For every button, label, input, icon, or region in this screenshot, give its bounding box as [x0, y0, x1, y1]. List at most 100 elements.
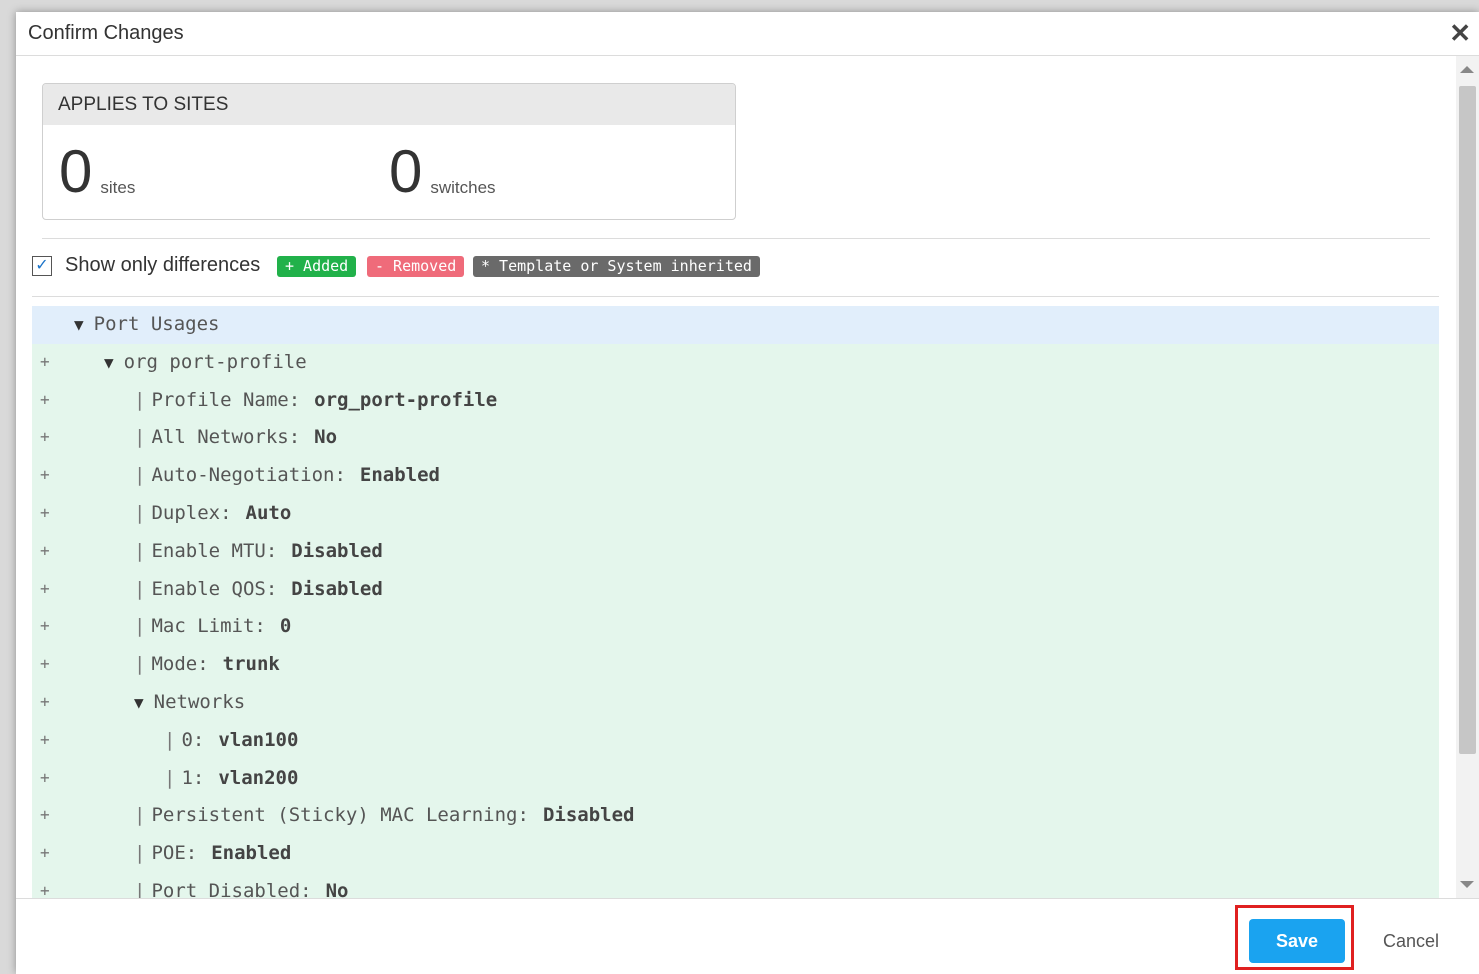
- property-value: No: [314, 426, 338, 449]
- inherited-legend-badge: * Template or System inherited: [473, 256, 760, 277]
- property-key: Enable QOS:: [151, 577, 278, 600]
- tree-property: | 0: vlan100: [164, 722, 298, 758]
- confirm-changes-dialog: Confirm Changes ✕ APPLIES TO SITES 0 site…: [16, 12, 1479, 974]
- tree-node-label: Port Usages: [93, 313, 220, 335]
- tree-row: + | 1: vlan200: [32, 759, 1439, 798]
- sites-label: sites: [100, 178, 136, 197]
- tree-row: + | Enable QOS: Disabled: [32, 570, 1439, 609]
- vertical-scrollbar[interactable]: [1456, 56, 1479, 898]
- tree-guide: |: [134, 615, 146, 638]
- applies-to-sites-card: APPLIES TO SITES 0 sites 0 switches: [42, 83, 736, 220]
- networks-node[interactable]: ▼ Networks: [134, 684, 245, 721]
- tree-row-networks: + ▼ Networks: [32, 684, 1439, 722]
- switches-label: switches: [430, 178, 496, 197]
- property-key: Enable MTU:: [151, 539, 278, 562]
- property-key: POE:: [151, 842, 198, 865]
- tree-row: + | Mode: trunk: [32, 646, 1439, 685]
- show-only-differences-label[interactable]: Show only differences: [65, 254, 260, 277]
- tree-guide: |: [134, 577, 146, 600]
- tree-guide: |: [134, 880, 146, 898]
- property-key: Profile Name:: [151, 388, 301, 411]
- dialog-header: Confirm Changes ✕: [16, 12, 1479, 56]
- tree-property: | 1: vlan200: [164, 760, 298, 796]
- property-key: 1:: [181, 766, 205, 789]
- tree-row: + | All Networks: No: [32, 419, 1439, 458]
- added-marker: +: [40, 540, 50, 560]
- dialog-content: APPLIES TO SITES 0 sites 0 switches ✓ Show…: [16, 56, 1456, 898]
- tree-property: | Mac Limit: 0: [134, 608, 291, 644]
- tree-node-label: Networks: [153, 691, 246, 713]
- tree-guide: |: [134, 539, 146, 562]
- expand-triangle-icon[interactable]: ▼: [134, 685, 144, 721]
- expand-triangle-icon[interactable]: ▼: [74, 307, 84, 343]
- property-value: vlan100: [218, 728, 299, 751]
- removed-legend-badge: - Removed: [367, 256, 465, 277]
- scrollbar-thumb[interactable]: [1459, 86, 1476, 754]
- property-key: Persistent (Sticky) MAC Learning:: [151, 804, 529, 827]
- changes-tree: ▼ Port Usages + ▼ org port-profile + | Profile …: [32, 306, 1439, 898]
- tree-property: | Duplex: Auto: [134, 495, 291, 531]
- tree-guide: |: [134, 464, 146, 487]
- added-marker: +: [40, 692, 50, 711]
- tree-guide: |: [164, 766, 176, 789]
- tree-guide: |: [134, 653, 146, 676]
- applies-to-sites-heading: APPLIES TO SITES: [43, 84, 735, 125]
- added-legend-badge: + Added: [277, 256, 357, 277]
- tree-row: + | Profile Name: org_port-profile: [32, 381, 1439, 420]
- added-marker: +: [40, 351, 50, 371]
- tree-row: + | Mac Limit: 0: [32, 608, 1439, 647]
- property-key: Port Disabled:: [151, 880, 312, 898]
- property-value: 0: [279, 615, 292, 638]
- added-marker: +: [40, 616, 50, 636]
- expand-triangle-icon[interactable]: ▼: [104, 345, 114, 381]
- property-key: 0:: [181, 728, 205, 751]
- added-marker: +: [40, 729, 50, 749]
- added-marker: +: [40, 881, 50, 898]
- tree-row: + | 0: vlan100: [32, 721, 1439, 760]
- port-profile-node[interactable]: ▼ org port-profile: [104, 344, 307, 381]
- property-value: Disabled: [542, 804, 635, 827]
- tree-guide: |: [134, 842, 146, 865]
- tree-guide: |: [134, 502, 146, 524]
- added-marker: +: [40, 767, 50, 787]
- property-key: Mac Limit:: [151, 615, 266, 638]
- tree-property: | Port Disabled: No: [134, 873, 349, 898]
- added-marker: +: [40, 578, 50, 598]
- scroll-up-icon[interactable]: [1460, 66, 1474, 73]
- property-value: trunk: [222, 653, 280, 676]
- tree-property: | POE: Enabled: [134, 835, 291, 871]
- property-key: All Networks:: [151, 426, 301, 449]
- tree-row: + | Persistent (Sticky) MAC Learning: Disab…: [32, 797, 1439, 836]
- added-marker: +: [40, 503, 50, 522]
- tree-guide: |: [134, 388, 146, 411]
- property-value: No: [325, 880, 349, 898]
- property-key: Mode:: [151, 653, 209, 676]
- tree-row: + | Auto-Negotiation: Enabled: [32, 457, 1439, 496]
- sites-stat: 0 sites: [59, 142, 135, 212]
- tree-row: + | Enable MTU: Disabled: [32, 532, 1439, 571]
- property-value: Enabled: [359, 464, 440, 487]
- switches-count: 0: [389, 138, 423, 205]
- tree-row-profile: + ▼ org port-profile: [32, 343, 1439, 382]
- show-only-differences-checkbox[interactable]: ✓: [32, 256, 52, 276]
- tree-property: | Persistent (Sticky) MAC Learning: Disabl…: [134, 797, 634, 833]
- close-icon[interactable]: ✕: [1449, 18, 1471, 48]
- tree-property: | Enable MTU: Disabled: [134, 533, 383, 569]
- cancel-button[interactable]: Cancel: [1371, 921, 1451, 961]
- divider: [32, 296, 1439, 297]
- tree-property: | Profile Name: org_port-profile: [134, 382, 497, 418]
- tree-node-label: org port-profile: [123, 350, 307, 373]
- tree-property: | Auto-Negotiation: Enabled: [134, 457, 440, 493]
- added-marker: +: [40, 843, 50, 863]
- tree-guide: |: [164, 728, 176, 751]
- tree-row: + | Duplex: Auto: [32, 495, 1439, 533]
- save-button[interactable]: Save: [1249, 919, 1345, 963]
- tree-guide: |: [134, 426, 146, 449]
- tree-row: + | POE: Enabled: [32, 835, 1439, 874]
- scroll-down-icon[interactable]: [1460, 881, 1474, 888]
- property-value: Enabled: [211, 842, 292, 865]
- port-usages-node[interactable]: ▼ Port Usages: [74, 306, 219, 343]
- added-marker: +: [40, 805, 50, 825]
- property-value: Disabled: [291, 577, 383, 600]
- added-marker: +: [40, 465, 50, 485]
